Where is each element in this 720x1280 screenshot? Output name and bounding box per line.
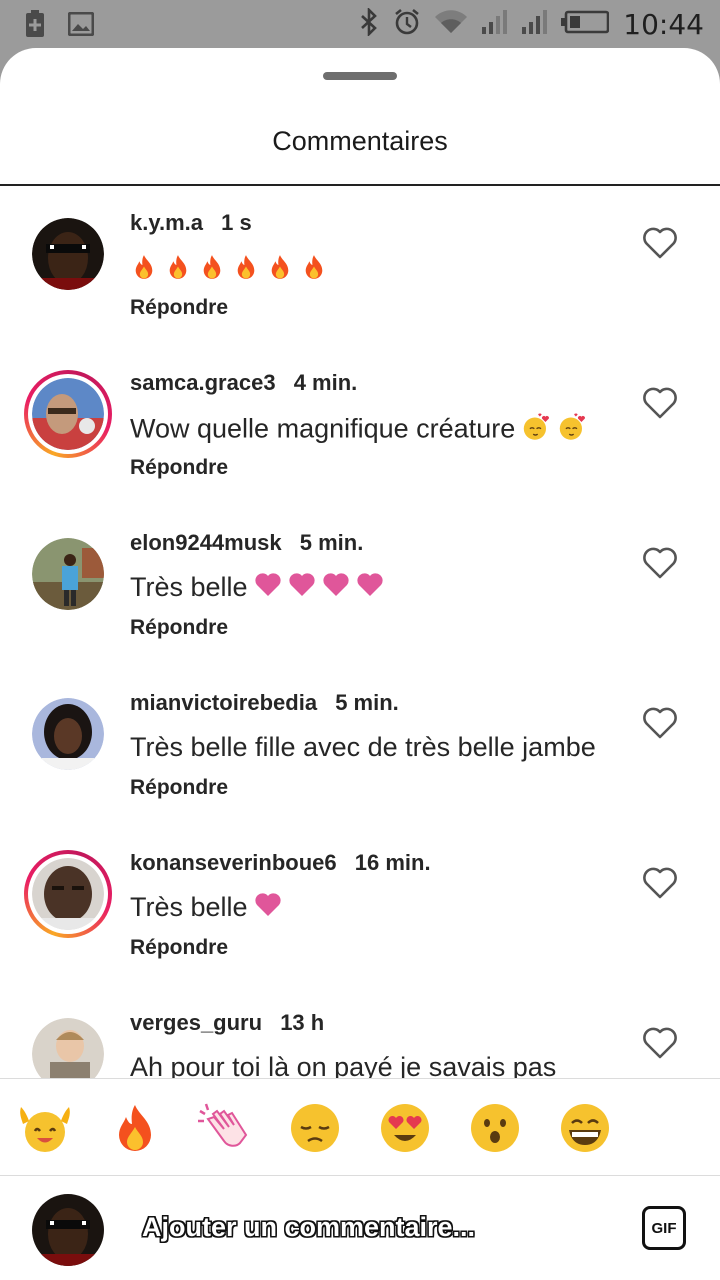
bluetooth-icon — [359, 6, 379, 41]
comment-item: elon9244musk 5 min. Très belle Répondre — [0, 506, 720, 666]
pink-heart-icon — [322, 572, 350, 605]
comment-time: 5 min. — [299, 530, 364, 555]
reply-button[interactable]: Répondre — [130, 616, 228, 640]
comment-header: konanseverinboue6 16 min. — [130, 850, 431, 876]
comment-username[interactable]: elon9244musk — [130, 530, 282, 555]
fire-icon — [164, 252, 192, 289]
comment-text: Très belle fille avec de très belle jamb… — [130, 732, 596, 763]
comment-time: 4 min. — [293, 370, 358, 395]
fire-icon — [232, 252, 260, 289]
fire-emoji[interactable] — [108, 1101, 162, 1155]
grinning-face-emoji[interactable] — [558, 1101, 612, 1155]
like-heart-icon[interactable] — [642, 226, 678, 260]
pink-heart-icon — [254, 572, 282, 605]
comment-item: konanseverinboue6 16 min. Très belle Rép… — [0, 826, 720, 986]
comment-username[interactable]: verges_guru — [130, 1010, 262, 1035]
clapping-hands-emoji[interactable] — [196, 1101, 250, 1155]
signal-icon — [481, 9, 508, 40]
comment-composer: Ajouter un commentaire... GIF — [0, 1176, 720, 1280]
story-ring[interactable] — [24, 850, 112, 938]
comment-body: Très belle fille avec de très belle jamb… — [130, 732, 596, 762]
comment-text: Très belle — [130, 572, 384, 605]
signal-icon-2 — [521, 9, 548, 40]
fire-icon — [130, 252, 158, 289]
pink-heart-icon — [288, 572, 316, 605]
comment-body: Très belle — [130, 572, 248, 602]
avatar — [32, 858, 104, 930]
like-heart-icon[interactable] — [642, 546, 678, 580]
comment-header: k.y.m.a 1 s — [130, 210, 252, 236]
reply-button[interactable]: Répondre — [130, 776, 228, 800]
avatar — [32, 378, 104, 450]
like-heart-icon[interactable] — [642, 706, 678, 740]
avatar[interactable] — [32, 698, 104, 770]
comment-text — [124, 252, 328, 289]
hearts-face-icon — [557, 412, 587, 449]
status-bar: 10:44 — [0, 0, 720, 48]
emoji-quick-bar — [0, 1078, 720, 1176]
image-icon — [67, 11, 95, 41]
surprised-face-emoji[interactable] — [468, 1101, 522, 1155]
avatar[interactable] — [32, 1018, 104, 1078]
fire-icon — [266, 252, 294, 289]
fire-icon — [198, 252, 226, 289]
pink-heart-icon — [254, 892, 282, 925]
comment-item: k.y.m.a 1 s Répondre — [0, 186, 720, 346]
clock-time: 10:44 — [623, 7, 704, 41]
reply-button[interactable]: Répondre — [130, 296, 228, 320]
comment-username[interactable]: k.y.m.a — [130, 210, 203, 235]
comment-body: Très belle — [130, 892, 248, 922]
comment-time: 13 h — [280, 1010, 325, 1035]
comment-item: samca.grace3 4 min. Wow quelle magnifiqu… — [0, 346, 720, 506]
comment-time: 1 s — [221, 210, 252, 235]
comment-header: samca.grace3 4 min. — [130, 370, 357, 396]
reply-button[interactable]: Répondre — [130, 936, 228, 960]
comment-body: Ah pour toi là on payé je savais pas — [130, 1052, 557, 1078]
comment-username[interactable]: mianvictoirebedia — [130, 690, 317, 715]
sheet-grab-handle[interactable] — [323, 72, 397, 80]
hearts-face-icon — [521, 412, 551, 449]
heart-eyes-emoji[interactable] — [378, 1101, 432, 1155]
like-heart-icon[interactable] — [642, 386, 678, 420]
avatar[interactable] — [32, 538, 104, 610]
comment-text: Très belle — [130, 892, 282, 925]
comment-text: Wow quelle magnifique créature — [130, 412, 587, 449]
comment-body: Wow quelle magnifique créature — [130, 413, 516, 444]
wifi-icon — [435, 9, 468, 40]
comments-sheet: Commentaires k.y.m.a 1 s Répondre samca.… — [0, 48, 720, 1280]
comment-username[interactable]: konanseverinboue6 — [130, 850, 337, 875]
comment-time: 16 min. — [354, 850, 431, 875]
sad-face-emoji[interactable] — [288, 1101, 342, 1155]
comment-item: verges_guru 13 h Ah pour toi là on payé … — [0, 986, 720, 1078]
reply-button[interactable]: Répondre — [130, 456, 228, 480]
add-comment-input[interactable]: Ajouter un commentaire... — [142, 1212, 475, 1243]
comment-header: elon9244musk 5 min. — [130, 530, 363, 556]
add-icon — [24, 10, 46, 43]
comment-item: mianvictoirebedia 5 min. Très belle fill… — [0, 666, 720, 826]
like-heart-icon[interactable] — [642, 866, 678, 900]
comment-username[interactable]: samca.grace3 — [130, 370, 276, 395]
comment-header: verges_guru 13 h — [130, 1010, 324, 1036]
like-heart-icon[interactable] — [642, 1026, 678, 1060]
pink-heart-icon — [356, 572, 384, 605]
avatar — [32, 1194, 104, 1266]
avatar[interactable] — [32, 218, 104, 290]
comment-text: Ah pour toi là on payé je savais pas — [130, 1052, 556, 1078]
gif-button[interactable]: GIF — [642, 1206, 686, 1250]
raising-hands-emoji[interactable] — [18, 1101, 72, 1155]
alarm-icon — [393, 8, 421, 41]
sheet-title: Commentaires — [272, 126, 448, 156]
story-ring[interactable] — [24, 370, 112, 458]
fire-icon — [300, 252, 328, 289]
battery-icon — [561, 10, 610, 39]
comment-time: 5 min. — [335, 690, 399, 715]
comment-header: mianvictoirebedia 5 min. — [130, 690, 399, 716]
comments-list[interactable]: k.y.m.a 1 s Répondre samca.grace3 4 min.… — [0, 186, 720, 1078]
